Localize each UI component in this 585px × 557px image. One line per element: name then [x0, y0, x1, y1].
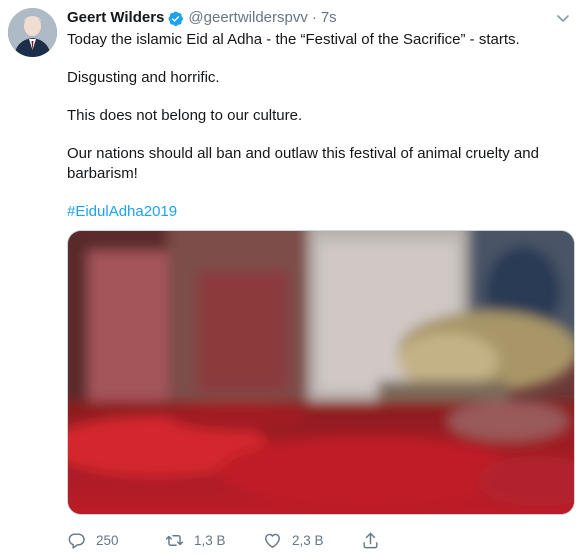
tweet-header: Geert Wilders @geertwilderspvv · 7s [67, 8, 337, 28]
like-button[interactable]: 2,3 B [263, 531, 324, 550]
share-button[interactable] [361, 531, 380, 550]
blurred-photo [68, 231, 574, 514]
share-icon [363, 532, 378, 549]
tweet-media-image[interactable] [67, 230, 575, 515]
heart-icon [265, 533, 280, 548]
retweet-button[interactable]: 1,3 B [165, 531, 226, 550]
tweet-text: Today the islamic Eid al Adha - the “Fes… [67, 30, 557, 222]
avatar-image [8, 8, 57, 57]
tweet-line-4: Our nations should all ban and outlaw th… [67, 145, 539, 182]
retweet-count: 1,3 B [194, 533, 226, 548]
chevron-down-icon[interactable] [555, 10, 571, 26]
reply-button[interactable]: 250 [67, 531, 119, 550]
tweet-actions: 250 1,3 B 2,3 B [67, 531, 575, 551]
separator-dot: · [311, 9, 317, 26]
reply-icon [68, 533, 85, 549]
tweet-timestamp[interactable]: 7s [321, 8, 337, 28]
reply-count: 250 [96, 533, 119, 548]
hashtag-link[interactable]: #EidulAdha2019 [67, 203, 177, 220]
avatar[interactable] [8, 8, 57, 57]
retweet-icon [165, 535, 184, 546]
tweet-line-2: Disgusting and horrific. [67, 69, 220, 86]
author-name[interactable]: Geert Wilders [67, 8, 164, 28]
tweet-line-1: Today the islamic Eid al Adha - the “Fes… [67, 31, 520, 48]
verified-badge-icon [167, 10, 184, 27]
like-count: 2,3 B [292, 533, 324, 548]
tweet[interactable]: Geert Wilders @geertwilderspvv · 7s Toda… [0, 0, 585, 557]
tweet-line-3: This does not belong to our culture. [67, 107, 303, 124]
author-handle[interactable]: @geertwilderspvv [188, 8, 307, 28]
